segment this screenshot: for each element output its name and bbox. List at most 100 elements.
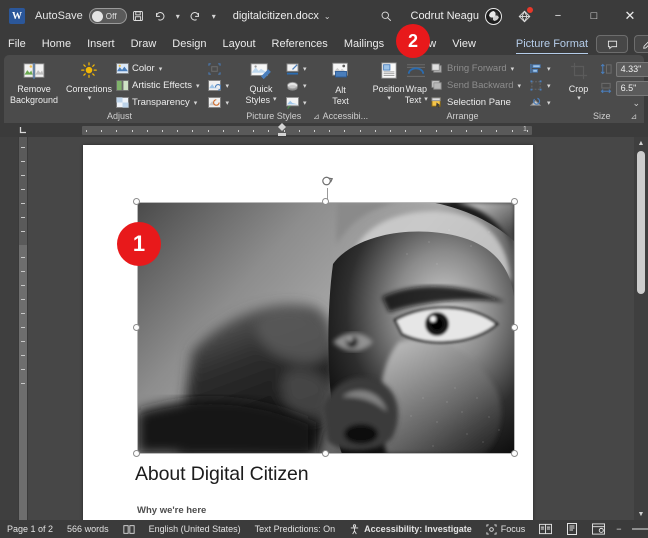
indent-marker[interactable] xyxy=(278,123,286,137)
change-picture-chevron-icon[interactable]: ▾ xyxy=(226,82,230,90)
document-subheading[interactable]: Why we're here xyxy=(137,505,206,516)
focus-button[interactable]: Focus xyxy=(479,523,533,535)
selection-pane-button[interactable]: Selection Pane xyxy=(428,94,523,111)
picture-effects-button[interactable]: ▾ xyxy=(283,77,309,94)
quick-styles-chevron-icon[interactable]: ▾ xyxy=(273,96,277,104)
save-icon[interactable] xyxy=(127,5,149,27)
bring-forward-button[interactable]: Bring Forward ▾ xyxy=(428,60,523,77)
quick-styles-button[interactable]: Quick Styles ▾ xyxy=(239,58,283,105)
transparency-button[interactable]: Transparency ▾ xyxy=(113,94,202,111)
compress-pictures-button[interactable] xyxy=(206,60,232,77)
bring-forward-chevron-icon[interactable]: ▾ xyxy=(511,65,515,73)
print-layout-icon[interactable] xyxy=(559,523,585,535)
resize-handle-bottom-left[interactable] xyxy=(133,450,140,457)
document-name-chevron-icon[interactable]: ⌄ xyxy=(324,12,331,21)
send-backward-button[interactable]: Send Backward ▾ xyxy=(428,77,523,94)
picture-layout-button[interactable]: ▾ xyxy=(283,94,309,111)
tab-home[interactable]: Home xyxy=(34,32,79,56)
picture-border-button[interactable]: ▾ xyxy=(283,60,309,77)
selected-picture[interactable] xyxy=(137,202,515,454)
customize-quick-access-icon[interactable]: ▾ xyxy=(207,5,221,27)
corrections-button[interactable]: Corrections ▾ xyxy=(65,58,113,103)
rotate-button[interactable]: ▾ xyxy=(527,94,553,111)
resize-handle-middle-right[interactable] xyxy=(511,324,518,331)
resize-handle-bottom-center[interactable] xyxy=(322,450,329,457)
picture-border-chevron-icon[interactable]: ▾ xyxy=(303,65,307,73)
tab-picture-format[interactable]: Picture Format xyxy=(508,32,596,56)
page-title[interactable]: About Digital Citizen xyxy=(135,463,495,486)
scroll-down-arrow-icon[interactable]: ▼ xyxy=(634,508,648,520)
corrections-chevron-icon[interactable]: ▾ xyxy=(88,95,92,103)
avatar[interactable] xyxy=(485,7,502,25)
search-icon[interactable] xyxy=(375,5,397,27)
word-count[interactable]: 566 words xyxy=(60,524,116,534)
artistic-effects-chevron-icon[interactable]: ▾ xyxy=(196,82,200,90)
microsoft-365-diamond-icon[interactable] xyxy=(512,5,536,27)
resize-handle-top-left[interactable] xyxy=(133,198,140,205)
comments-button[interactable] xyxy=(596,35,629,53)
picture-layout-chevron-icon[interactable]: ▾ xyxy=(303,99,307,107)
picture-effects-chevron-icon[interactable]: ▾ xyxy=(303,82,307,90)
rotate-handle-icon[interactable] xyxy=(320,174,335,189)
transparency-chevron-icon[interactable]: ▾ xyxy=(194,99,198,107)
tab-mailings[interactable]: Mailings xyxy=(336,32,392,56)
tab-design[interactable]: Design xyxy=(164,32,214,56)
send-backward-chevron-icon[interactable]: ▾ xyxy=(518,82,522,90)
rotate-chevron-icon[interactable]: ▾ xyxy=(547,99,551,107)
close-button[interactable]: ✕ xyxy=(612,0,648,32)
artistic-effects-button[interactable]: Artistic Effects ▾ xyxy=(113,77,202,94)
resize-handle-middle-left[interactable] xyxy=(133,324,140,331)
horizontal-ruler[interactable]: 1 xyxy=(0,123,648,137)
shape-width-input[interactable]: 6.5" ▲▼ xyxy=(615,80,648,96)
redo-icon[interactable] xyxy=(185,5,207,27)
color-button[interactable]: Color ▾ xyxy=(113,60,202,77)
autosave-toggle[interactable]: Off xyxy=(88,8,127,24)
ruler-track[interactable] xyxy=(82,126,532,135)
color-chevron-icon[interactable]: ▾ xyxy=(159,65,163,73)
read-mode-icon[interactable] xyxy=(532,523,559,535)
hanging-indent-marker[interactable] xyxy=(278,127,286,131)
resize-handle-bottom-right[interactable] xyxy=(511,450,518,457)
user-name[interactable]: Codrut Neagu xyxy=(411,10,480,22)
shape-height-input[interactable]: 4.33" ▲▼ xyxy=(615,61,648,77)
zoom-out-button[interactable]: − xyxy=(612,524,625,534)
wrap-text-button[interactable]: Wrap Text ▾ xyxy=(405,58,428,105)
remove-background-button[interactable]: Remove Background xyxy=(8,58,60,105)
vertical-scrollbar[interactable]: ▲ ▼ xyxy=(634,137,648,520)
group-chevron-icon[interactable]: ▾ xyxy=(547,82,551,90)
accessibility-dialog-launcher-icon[interactable]: ⊿ xyxy=(313,112,320,121)
change-picture-button[interactable]: ▾ xyxy=(206,77,232,94)
tab-stop-selector[interactable] xyxy=(12,123,34,137)
document-name[interactable]: digitalcitizen.docx xyxy=(233,10,319,22)
reset-picture-chevron-icon[interactable]: ▾ xyxy=(226,99,230,107)
size-dialog-launcher-icon[interactable]: ⊿ xyxy=(630,112,637,121)
align-button[interactable]: ▾ xyxy=(527,60,553,77)
web-layout-icon[interactable] xyxy=(585,523,612,535)
undo-dropdown-chevron-icon[interactable]: ▾ xyxy=(171,5,185,27)
tab-references[interactable]: References xyxy=(264,32,336,56)
collapse-ribbon-button[interactable]: ⌄ xyxy=(632,98,640,109)
zoom-slider[interactable] xyxy=(631,528,648,530)
tab-view[interactable]: View xyxy=(444,32,484,56)
page-indicator[interactable]: Page 1 of 2 xyxy=(0,524,60,534)
tab-file[interactable]: File xyxy=(0,32,34,56)
position-chevron-icon[interactable]: ▾ xyxy=(387,95,391,103)
maximize-button[interactable]: □ xyxy=(576,0,612,32)
language-indicator[interactable]: English (United States) xyxy=(142,524,248,534)
vertical-scrollbar-thumb[interactable] xyxy=(637,151,645,294)
vertical-ruler[interactable] xyxy=(18,137,28,520)
minimize-button[interactable]: − xyxy=(540,0,576,32)
tab-layout[interactable]: Layout xyxy=(215,32,264,56)
scroll-up-arrow-icon[interactable]: ▲ xyxy=(634,137,648,149)
alt-text-button[interactable]: Alt Text xyxy=(317,58,365,106)
accessibility-indicator[interactable]: Accessibility: Investigate xyxy=(342,523,479,535)
editing-mode-button[interactable]: Editing ▾ xyxy=(634,35,648,53)
tab-draw[interactable]: Draw xyxy=(123,32,165,56)
proofing-errors-icon[interactable] xyxy=(116,524,142,535)
resize-handle-top-center[interactable] xyxy=(322,198,329,205)
crop-button[interactable]: Crop ▾ xyxy=(561,60,597,103)
undo-icon[interactable] xyxy=(149,5,171,27)
reset-picture-button[interactable]: ▾ xyxy=(206,94,232,111)
left-indent-marker[interactable] xyxy=(278,133,286,136)
crop-chevron-icon[interactable]: ▾ xyxy=(577,95,581,103)
